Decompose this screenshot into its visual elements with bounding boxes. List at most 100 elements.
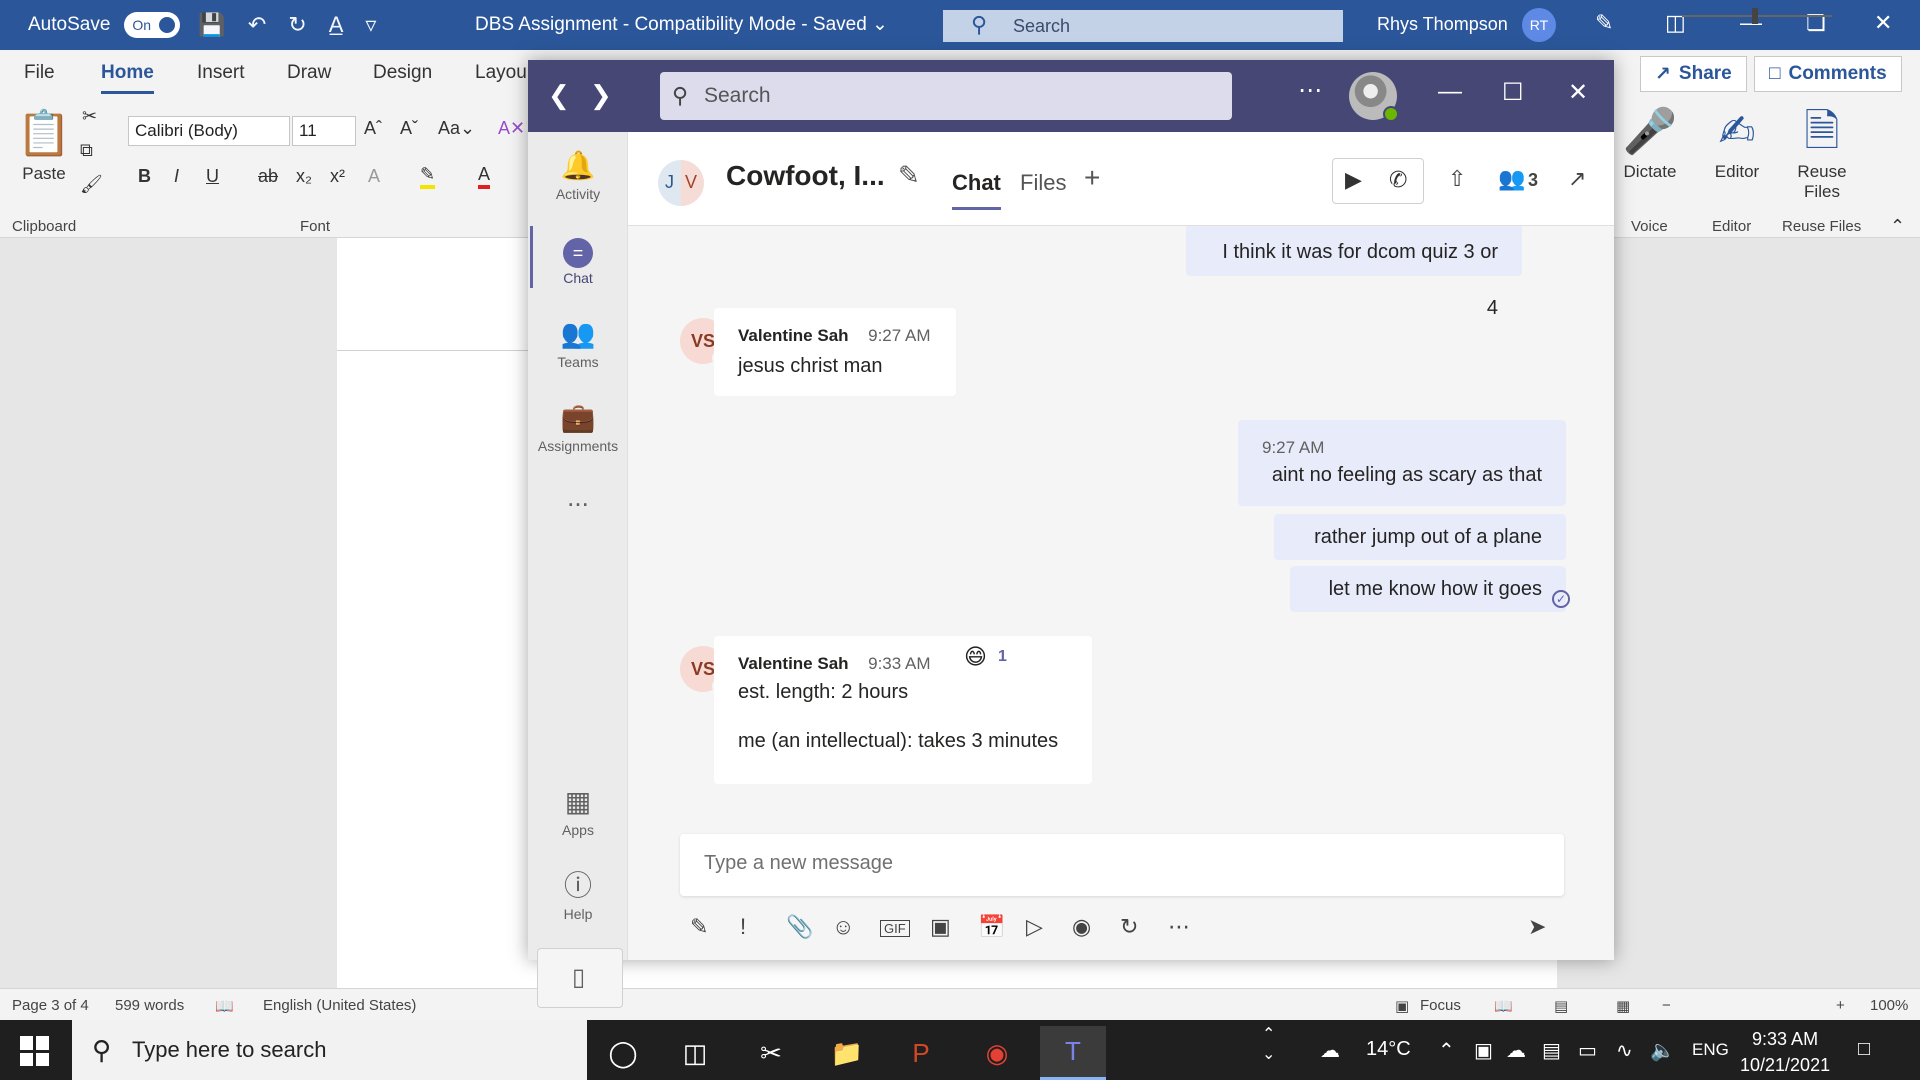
- word-close-icon[interactable]: ✕: [1874, 10, 1892, 36]
- teams-minimize-icon[interactable]: —: [1438, 78, 1462, 106]
- windows-start-icon[interactable]: [20, 1036, 50, 1066]
- participants-icon[interactable]: 👥: [1498, 166, 1525, 192]
- undo-icon[interactable]: ↶: [248, 12, 266, 38]
- focus-icon[interactable]: ▣: [1395, 997, 1409, 1015]
- mobile-app-button[interactable]: ▯: [537, 948, 623, 1008]
- rail-assignments[interactable]: 💼 Assignments: [528, 398, 628, 454]
- status-focus[interactable]: Focus: [1420, 997, 1461, 1014]
- print-layout-icon[interactable]: ▤: [1554, 997, 1568, 1015]
- taskbar-search-box[interactable]: ⚲ Type here to search: [72, 1020, 587, 1080]
- weather-temp[interactable]: 14°C: [1366, 1038, 1411, 1061]
- autosave-toggle[interactable]: On: [124, 12, 181, 38]
- text-effects-icon[interactable]: A: [368, 166, 380, 187]
- bold-icon[interactable]: B: [138, 166, 151, 187]
- rename-pencil-icon[interactable]: ✎: [898, 160, 920, 191]
- display-icon[interactable]: ▤: [1542, 1038, 1561, 1063]
- status-word-count[interactable]: 599 words: [115, 997, 184, 1014]
- rail-teams[interactable]: 👥 Teams: [528, 314, 628, 370]
- rail-help[interactable]: ⓘ Help: [528, 866, 628, 922]
- rail-apps[interactable]: ▦ Apps: [528, 782, 628, 838]
- status-page[interactable]: Page 3 of 4: [12, 997, 89, 1014]
- important-icon[interactable]: !: [740, 914, 746, 940]
- proofing-icon[interactable]: 📖: [215, 997, 234, 1015]
- compose-box[interactable]: Type a new message: [680, 834, 1564, 896]
- italic-icon[interactable]: I: [174, 166, 179, 187]
- underline-icon[interactable]: U: [206, 166, 219, 187]
- font-color-icon[interactable]: A: [478, 164, 491, 189]
- tab-insert[interactable]: Insert: [197, 62, 245, 84]
- tray-scroll-icon[interactable]: ⌃ ⌄: [1262, 1024, 1275, 1064]
- superscript-icon[interactable]: x²: [330, 166, 345, 187]
- paste-button[interactable]: 📋 Paste: [16, 104, 72, 184]
- save-icon[interactable]: 💾: [198, 12, 225, 38]
- teams-search-box[interactable]: ⚲ Search: [660, 72, 1232, 120]
- tab-files[interactable]: Files: [1020, 170, 1066, 196]
- teams-maximize-icon[interactable]: ☐: [1502, 78, 1524, 107]
- zoom-slider-thumb[interactable]: [1752, 8, 1758, 24]
- teams-taskbar-icon[interactable]: T: [1040, 1026, 1106, 1080]
- shrink-font-icon[interactable]: Aˇ: [400, 118, 418, 139]
- pen-icon[interactable]: ✎: [1595, 10, 1613, 36]
- gif-icon[interactable]: GIF: [880, 920, 910, 937]
- word-restore-icon[interactable]: ❏: [1806, 10, 1826, 36]
- attach-icon[interactable]: 📎: [786, 914, 813, 940]
- laugh-reaction-icon[interactable]: 😄: [964, 644, 987, 670]
- praise-icon[interactable]: ◉: [1072, 914, 1091, 940]
- redo-icon[interactable]: ↻: [288, 12, 306, 38]
- teams-close-icon[interactable]: ✕: [1568, 78, 1588, 107]
- notifications-icon[interactable]: □: [1858, 1038, 1870, 1061]
- popout-icon[interactable]: ↗: [1568, 166, 1586, 192]
- format-icon[interactable]: ✎: [690, 914, 708, 940]
- powerpoint-icon[interactable]: P: [888, 1026, 954, 1080]
- rail-chat[interactable]: = Chat: [528, 226, 628, 288]
- language-indicator[interactable]: ENG: [1692, 1040, 1729, 1060]
- profile-avatar[interactable]: [1349, 72, 1399, 122]
- customize-qat-icon[interactable]: ▿: [365, 12, 376, 38]
- ribbon-display-icon[interactable]: ◫: [1665, 10, 1686, 36]
- word-search-box[interactable]: ⚲ Search: [943, 10, 1343, 42]
- font-name-select[interactable]: Calibri (Body): [128, 116, 290, 146]
- taskbar-clock[interactable]: 9:33 AM 10/21/2021: [1740, 1026, 1830, 1078]
- subscript-icon[interactable]: x₂: [296, 166, 312, 187]
- zoom-out-icon[interactable]: −: [1662, 997, 1671, 1014]
- change-case-icon[interactable]: Aa⌄: [438, 118, 475, 139]
- sticker-icon[interactable]: ▣: [930, 914, 951, 940]
- onedrive-icon[interactable]: ☁: [1506, 1038, 1526, 1063]
- loop-icon[interactable]: ↻: [1120, 914, 1138, 940]
- participants-count[interactable]: 3: [1528, 170, 1538, 191]
- schedule-meeting-icon[interactable]: 📅: [978, 914, 1005, 940]
- add-tab-icon[interactable]: +: [1084, 162, 1100, 194]
- reuse-files-button[interactable]: 🗎 Reuse Files: [1790, 102, 1854, 202]
- emoji-icon[interactable]: ☺: [832, 914, 854, 940]
- highlight-icon[interactable]: ✎: [420, 164, 436, 189]
- file-explorer-icon[interactable]: 📁: [814, 1026, 880, 1080]
- word-user-name[interactable]: Rhys Thompson: [1377, 14, 1508, 35]
- tab-chat[interactable]: Chat: [952, 170, 1001, 210]
- copy-icon[interactable]: ⧉: [80, 140, 93, 161]
- video-call-icon[interactable]: ▶: [1345, 167, 1362, 193]
- tab-draw[interactable]: Draw: [287, 62, 331, 84]
- font-size-select[interactable]: 11: [292, 116, 356, 146]
- collapse-ribbon-icon[interactable]: ⌃: [1890, 216, 1905, 237]
- volume-icon[interactable]: 🔈: [1650, 1038, 1675, 1063]
- strikethrough-icon[interactable]: ab: [258, 166, 278, 187]
- tab-design[interactable]: Design: [373, 62, 432, 84]
- tray-overflow-icon[interactable]: ⌃: [1438, 1038, 1455, 1063]
- comments-button[interactable]: □ Comments: [1754, 56, 1902, 92]
- weather-cloud-icon[interactable]: ☁: [1320, 1038, 1340, 1063]
- dictate-button[interactable]: 🎤 Dictate: [1620, 102, 1680, 182]
- editor-button[interactable]: ✍ Editor: [1705, 102, 1769, 182]
- rail-more[interactable]: ...: [528, 482, 628, 513]
- cut-icon[interactable]: ✂: [82, 106, 97, 127]
- send-icon[interactable]: ➤: [1528, 914, 1546, 940]
- share-screen-icon[interactable]: ⇧: [1448, 166, 1466, 192]
- meet-now-icon[interactable]: ▣: [1474, 1038, 1493, 1063]
- word-minimize-icon[interactable]: —: [1740, 10, 1762, 36]
- more-actions-icon[interactable]: ⋯: [1168, 914, 1190, 940]
- battery-icon[interactable]: ▭: [1578, 1038, 1597, 1063]
- clear-formatting-icon[interactable]: A✕: [498, 118, 525, 139]
- back-icon[interactable]: ❮: [548, 80, 570, 111]
- message-list[interactable]: I think it was for dcom quiz 3 or 4 VS V…: [628, 226, 1614, 826]
- task-view-icon[interactable]: ◫: [662, 1026, 728, 1080]
- forward-icon[interactable]: ❯: [590, 80, 612, 111]
